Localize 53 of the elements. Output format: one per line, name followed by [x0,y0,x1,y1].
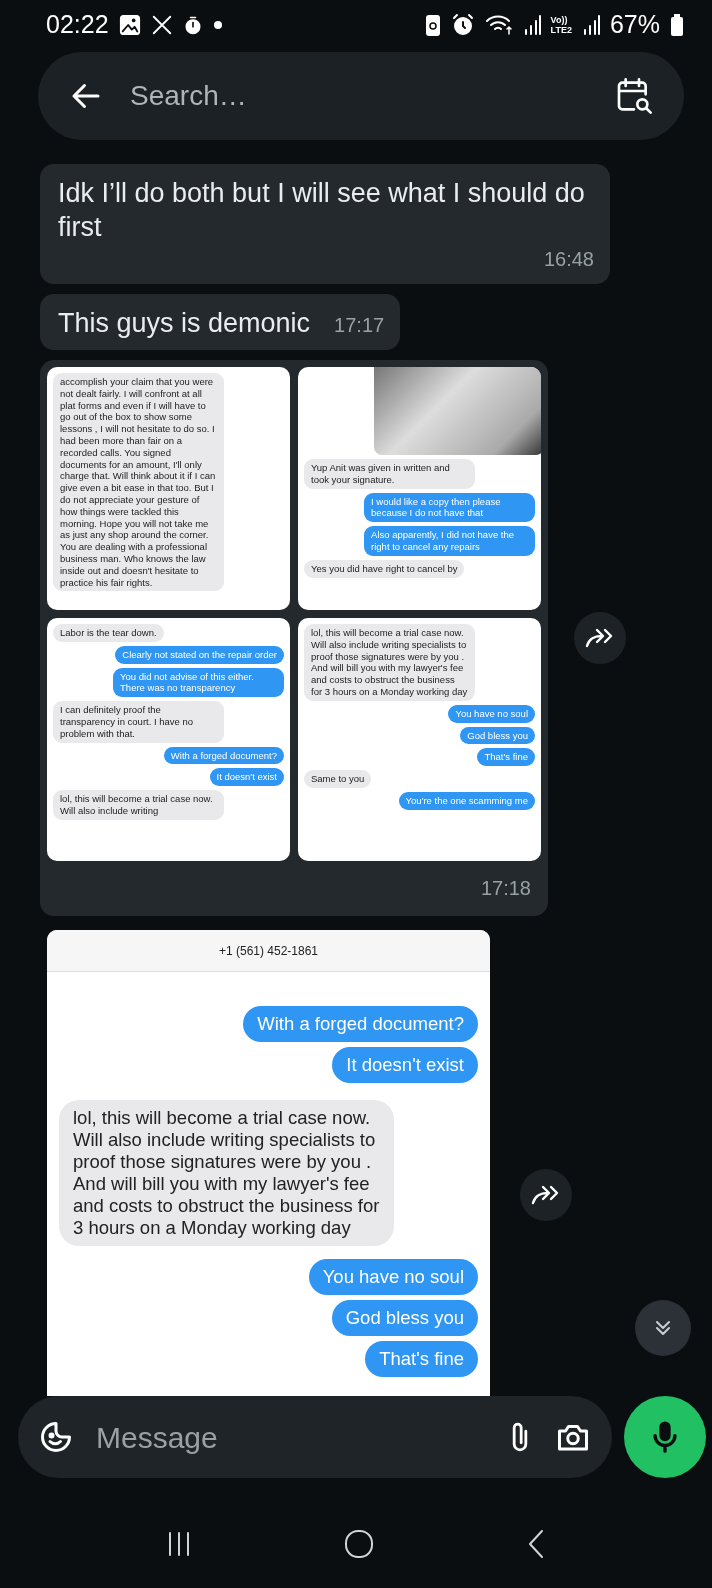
message-text: This guys is demonic [58,307,311,340]
message-bubble: Yup Anit was given in written and took your signature. [304,459,475,489]
message-bubble: I can definitely proof the transparency in court. I have no problem with that. [53,701,224,743]
battery-level: 67% [609,9,660,41]
message-bubble: It doesn't exist [332,1047,478,1083]
message-time: 16:48 [543,247,594,272]
message-bubble: That's fine [365,1341,478,1377]
message-bubble: God bless you [331,1300,478,1336]
signal-icon [581,14,600,36]
forward-icon [531,1183,561,1207]
wifi-icon [484,13,513,37]
network-type-label: Vo)) LTE2 [550,15,572,35]
message-bubble: Same to you [304,770,372,788]
message-bubble: accomplish your claim that you were not dealt fairly. I will confront at all plat forms and even if I will have to go out of the box to show some lessons , I will not hesitate to do so. I had been more than fair on a recorded calls. You signed documents for an amount, I'll only charge that. Will think about it if I can give even a bit ease in that too. But I do not appreciate your gesture of how things were tackled this morning. Hope you will not take me as just any shop around the corner. You are dealing with a professional business man. Who knows the law inside out and doesn't hesitate to practice his fair rights. [53,373,224,592]
status-time: 02:22 [46,9,109,41]
message-bubble: You did not advise of this either. There was no transparency [113,667,284,698]
message-bubble: God bless you [460,726,535,745]
message-bubble: With a forged document? [163,746,284,765]
scroll-down-button[interactable] [635,1300,691,1356]
dot-icon [212,20,223,30]
search-field[interactable]: Search… [128,74,590,118]
signal-icon [522,14,541,36]
message-bubble: Also apparently, I did not have the right to cancel any repairs [364,526,535,556]
forward-icon [585,626,615,650]
message-time: 17:17 [334,313,385,338]
battery-saver-icon [424,13,441,37]
message-bubble: Clearly not stated on the repair order [115,645,284,664]
alarm-icon [450,13,475,37]
message-bubble: lol, this will become a trial case now. Will also include writing specialists to proof those signatures were by you . And will bill you with my lawyer's fee and costs to obstruct the business for 3 hours on a Monday working day [304,624,475,701]
message-bubble: That's fine [477,748,535,767]
contact-number: +1 (561) 452-1861 [218,942,319,960]
message-bubble: You're the one scamming me [398,791,535,810]
message-bubble: It doesn't exist [209,768,284,787]
sticker-icon[interactable] [38,1419,74,1455]
home-icon[interactable] [343,1528,375,1560]
forward-button[interactable] [520,1169,572,1221]
message-bubble: With a forged document? [243,1006,478,1042]
battery-icon [670,13,684,37]
message-bubble: You have no soul [448,704,535,723]
message-bubble: Yes you did have right to cancel by [304,559,465,578]
message-bubble: lol, this will become a trial case now. Will also include writing [53,790,224,820]
message-time: 17:18 [480,876,531,901]
message-field[interactable]: Message [18,1396,612,1478]
message-bubble: Labor is the tear down. [53,624,164,642]
gallery-icon [118,14,141,36]
message-bubble: lol, this will become a trial case now. Will also include writing specialists to proof those signatures were by you . And will bill you with my lawyer's fee and costs to obstruct the business for 3 hours on a Monday working day [59,1100,395,1246]
search-bar[interactable]: Search… [38,52,684,140]
message-bubble: You have no soul [308,1259,478,1295]
forward-button[interactable] [574,612,626,664]
x-mark-icon [150,14,173,36]
message-text: Idk I’ll do both but I will see what I should do first [58,177,586,244]
message-input[interactable]: Message [94,1413,486,1461]
message-bubble: I would like a copy then please because I do not have that [364,492,535,523]
